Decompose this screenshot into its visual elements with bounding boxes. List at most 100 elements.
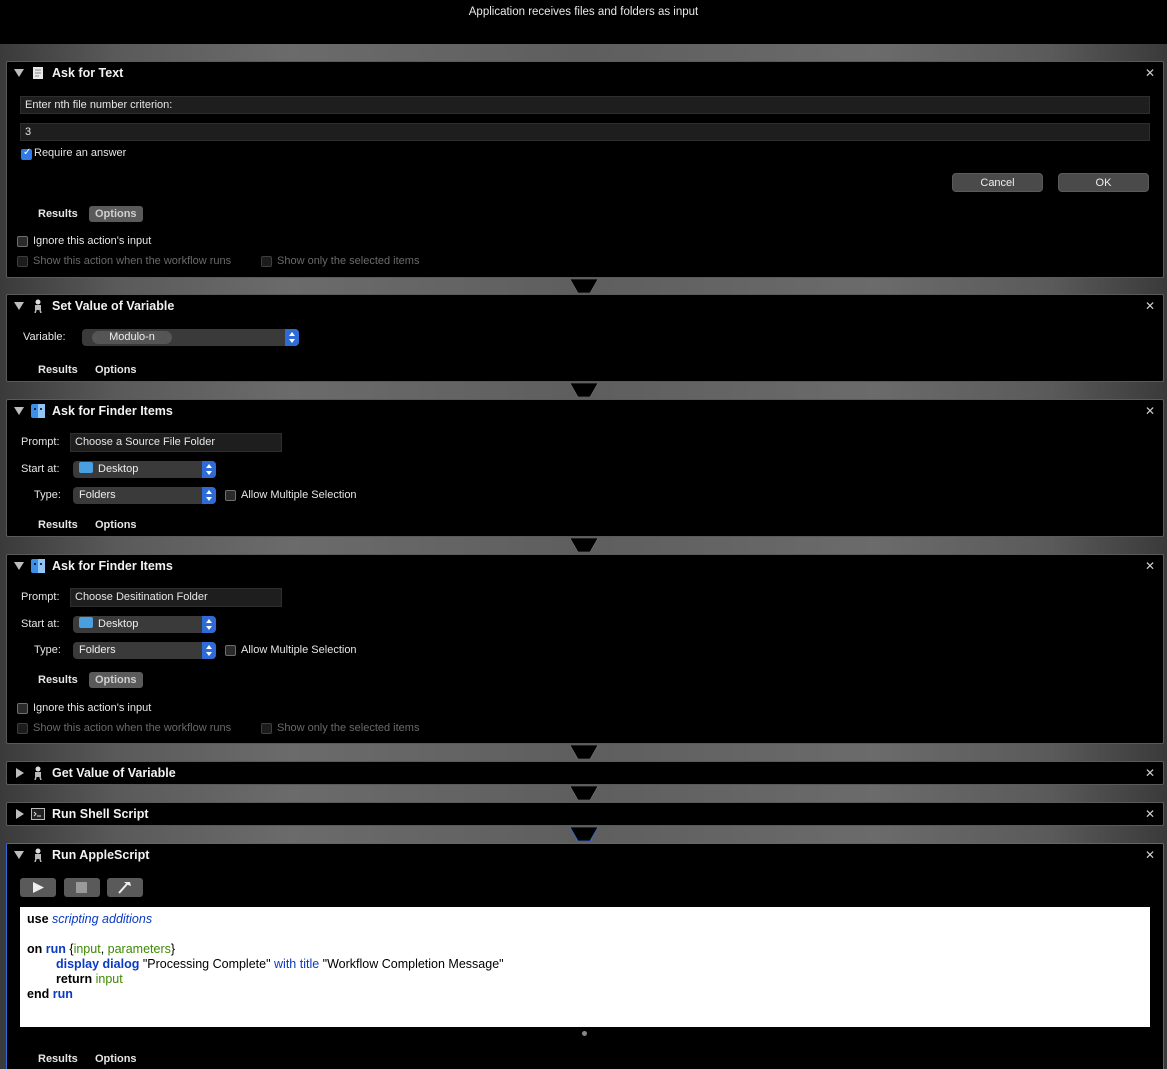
type-label: Type: (34, 644, 61, 656)
tab-results[interactable]: Results (32, 1051, 84, 1067)
disclosure-triangle-icon[interactable] (14, 302, 24, 310)
tab-results[interactable]: Results (32, 672, 84, 688)
close-icon[interactable]: ✕ (1145, 404, 1155, 418)
code-token: , (100, 942, 108, 956)
close-icon[interactable]: ✕ (1145, 66, 1155, 80)
action-run-applescript[interactable]: Run AppleScript ✕ use scripting addition… (6, 843, 1164, 1069)
ok-button[interactable]: OK (1058, 173, 1149, 192)
tab-options[interactable]: Options (89, 517, 143, 533)
disclosure-triangle-icon[interactable] (16, 809, 24, 819)
code-line: on run {input, parameters} (27, 942, 1143, 957)
action-run-shell-script[interactable]: Run Shell Script ✕ (6, 802, 1164, 826)
tab-options[interactable]: Options (89, 672, 143, 688)
code-token: on (27, 942, 43, 956)
cancel-button[interactable]: Cancel (952, 173, 1043, 192)
show-action-checkbox[interactable] (17, 723, 28, 734)
compile-script-button[interactable] (107, 878, 143, 897)
disclosure-triangle-icon[interactable] (14, 851, 24, 859)
action-title: Run Shell Script (52, 807, 149, 821)
action-ask-for-finder-items-destination[interactable]: Ask for Finder Items ✕ Prompt: Choose De… (6, 554, 1164, 744)
close-icon[interactable]: ✕ (1145, 559, 1155, 573)
action-title-bar[interactable]: Get Value of Variable ✕ (7, 762, 1163, 786)
action-title-bar[interactable]: Ask for Finder Items ✕ (7, 555, 1163, 579)
action-get-value-of-variable[interactable]: Get Value of Variable ✕ (6, 761, 1164, 785)
question-field[interactable]: Enter nth file number criterion: (20, 96, 1150, 114)
tab-results[interactable]: Results (32, 206, 84, 222)
action-connector (570, 745, 598, 759)
prompt-field[interactable]: Choose Desitination Folder (70, 588, 282, 607)
ignore-input-checkbox[interactable] (17, 703, 28, 714)
tab-results[interactable]: Results (32, 362, 84, 378)
action-title-bar[interactable]: Ask for Finder Items ✕ (7, 400, 1163, 424)
code-token: run (52, 987, 73, 1001)
disclosure-triangle-icon[interactable] (14, 407, 24, 415)
action-title: Get Value of Variable (52, 766, 176, 780)
code-token: parameters (107, 942, 171, 956)
close-icon[interactable]: ✕ (1145, 807, 1155, 821)
code-line: display dialog "Processing Complete" wit… (27, 957, 1143, 972)
action-title-bar[interactable]: Set Value of Variable ✕ (7, 295, 1163, 319)
applescript-editor[interactable]: use scripting additions on run {input, p… (20, 907, 1150, 1027)
show-selected-checkbox[interactable] (261, 723, 272, 734)
disclosure-triangle-icon[interactable] (14, 69, 24, 77)
allow-multiple-checkbox[interactable] (225, 645, 236, 656)
disclosure-triangle-icon[interactable] (16, 768, 24, 778)
show-selected-checkbox[interactable] (261, 256, 272, 267)
variable-popup[interactable]: Modulo-n (82, 329, 299, 346)
run-script-button[interactable] (20, 878, 56, 897)
tab-options[interactable]: Options (89, 206, 143, 222)
code-token: display dialog (56, 957, 140, 971)
show-selected-label: Show only the selected items (277, 255, 420, 267)
resize-handle[interactable] (582, 1031, 587, 1036)
type-popup[interactable]: Folders (73, 487, 216, 504)
ignore-input-checkbox[interactable] (17, 236, 28, 247)
popup-arrows-icon (202, 642, 216, 659)
require-answer-checkbox[interactable] (21, 147, 32, 160)
code-line: return input (27, 972, 1143, 987)
tab-results[interactable]: Results (32, 517, 84, 533)
start-at-label: Start at: (21, 463, 60, 475)
action-title: Ask for Finder Items (52, 559, 173, 573)
action-title-bar[interactable]: Run Shell Script ✕ (7, 803, 1163, 827)
stop-script-button[interactable] (64, 878, 100, 897)
default-answer-field[interactable]: 3 (20, 123, 1150, 141)
workflow-input-description: Application receives files and folders a… (468, 6, 699, 18)
code-line: end run (27, 987, 1143, 1002)
code-token: input (73, 942, 101, 956)
prompt-field[interactable]: Choose a Source File Folder (70, 433, 282, 452)
code-token: with title (274, 957, 320, 971)
type-popup[interactable]: Folders (73, 642, 216, 659)
close-icon[interactable]: ✕ (1145, 848, 1155, 862)
action-ask-for-text[interactable]: Ask for Text ✕ Enter nth file number cri… (6, 61, 1164, 278)
action-connector (570, 827, 598, 841)
hammer-icon (118, 882, 131, 894)
close-icon[interactable]: ✕ (1145, 766, 1155, 780)
start-at-popup[interactable]: Desktop (73, 461, 216, 478)
action-ask-for-finder-items-source[interactable]: Ask for Finder Items ✕ Prompt: Choose a … (6, 399, 1164, 537)
tab-options[interactable]: Options (89, 362, 143, 378)
tab-options[interactable]: Options (89, 1051, 143, 1067)
action-connector (570, 538, 598, 552)
popup-arrows-icon (285, 329, 299, 346)
allow-multiple-checkbox[interactable] (225, 490, 236, 501)
action-title-bar[interactable]: Ask for Text ✕ (7, 62, 1163, 86)
start-at-popup[interactable]: Desktop (73, 616, 216, 633)
show-action-checkbox[interactable] (17, 256, 28, 267)
code-token: end (27, 987, 50, 1001)
action-connector (570, 786, 598, 800)
action-title: Run AppleScript (52, 848, 150, 862)
stop-icon (76, 882, 87, 893)
disclosure-triangle-icon[interactable] (14, 562, 24, 570)
popup-arrows-icon (202, 487, 216, 504)
start-at-value: Desktop (98, 618, 139, 630)
popup-arrows-icon (202, 616, 216, 633)
allow-multiple-label: Allow Multiple Selection (241, 644, 357, 656)
ignore-input-label: Ignore this action's input (33, 702, 152, 714)
action-set-value-of-variable[interactable]: Set Value of Variable ✕ Variable: Modulo… (6, 294, 1164, 382)
close-icon[interactable]: ✕ (1145, 299, 1155, 313)
require-answer-label: Require an answer (34, 147, 127, 159)
variable-label: Variable: (23, 331, 66, 343)
code-token: scripting additions (52, 912, 153, 926)
action-title-bar[interactable]: Run AppleScript ✕ (7, 844, 1163, 868)
